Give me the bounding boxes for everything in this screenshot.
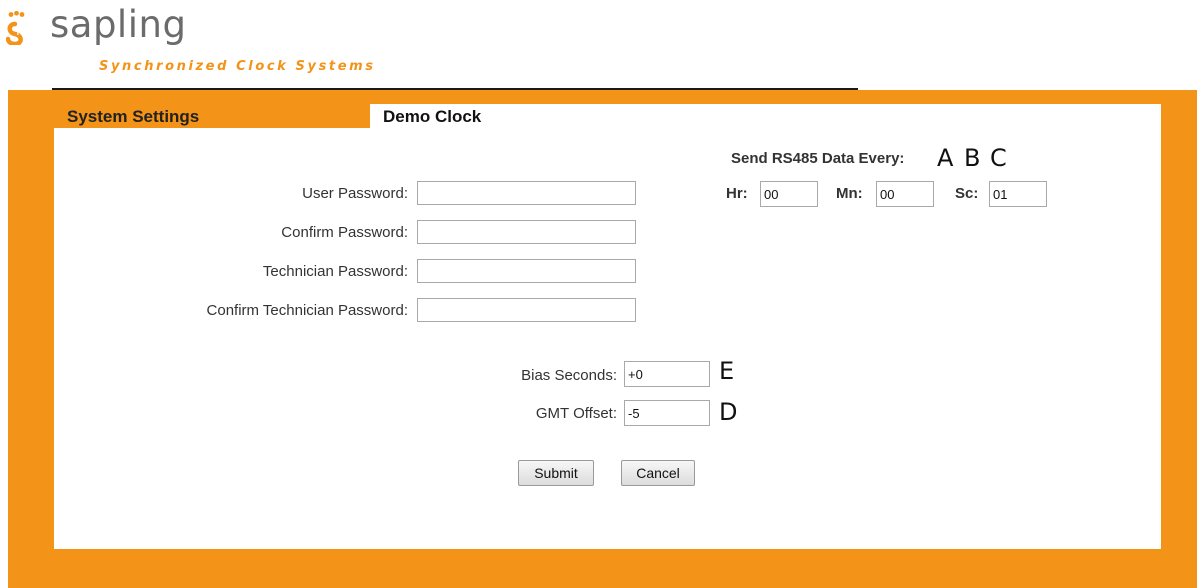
bias-seconds-label: Bias Seconds: [521, 367, 617, 384]
technician-password-label: Technician Password: [262, 263, 408, 280]
user-password-label: User Password: [302, 185, 408, 202]
brand-name: sapling [50, 3, 187, 46]
sc-input[interactable] [989, 181, 1047, 207]
confirm-password-label: Confirm Password: [281, 224, 408, 241]
tab-demo-clock[interactable]: Demo Clock [383, 104, 481, 130]
hr-label: Hr: [726, 185, 748, 202]
user-password-input[interactable] [417, 181, 636, 205]
bias-seconds-input[interactable] [624, 361, 710, 387]
gmt-offset-input[interactable] [624, 400, 710, 426]
sc-label: Sc: [955, 185, 979, 202]
confirm-password-input[interactable] [417, 220, 636, 244]
hr-input[interactable] [760, 181, 818, 207]
confirm-technician-password-input[interactable] [417, 298, 636, 322]
cancel-button[interactable]: Cancel [621, 460, 695, 486]
technician-password-input[interactable] [417, 259, 636, 283]
site-header: sapling Synchronized Clock Systems [0, 0, 1197, 90]
mn-label: Mn: [836, 185, 863, 202]
brand-tagline: Synchronized Clock Systems [99, 59, 376, 74]
annotation-c: C [990, 144, 1007, 172]
sapling-logo-icon [6, 11, 25, 45]
confirm-technician-password-label: Confirm Technician Password: [206, 302, 408, 319]
rs485-title: Send RS485 Data Every: [731, 150, 905, 167]
annotation-e: E [719, 357, 735, 385]
annotation-d: D [719, 398, 738, 426]
tab-system-settings[interactable]: System Settings [54, 104, 370, 128]
annotation-b: B [964, 144, 981, 172]
annotation-a: A [937, 144, 954, 172]
gmt-offset-label: GMT Offset: [535, 405, 617, 422]
submit-button[interactable]: Submit [518, 460, 594, 486]
mn-input[interactable] [876, 181, 934, 207]
